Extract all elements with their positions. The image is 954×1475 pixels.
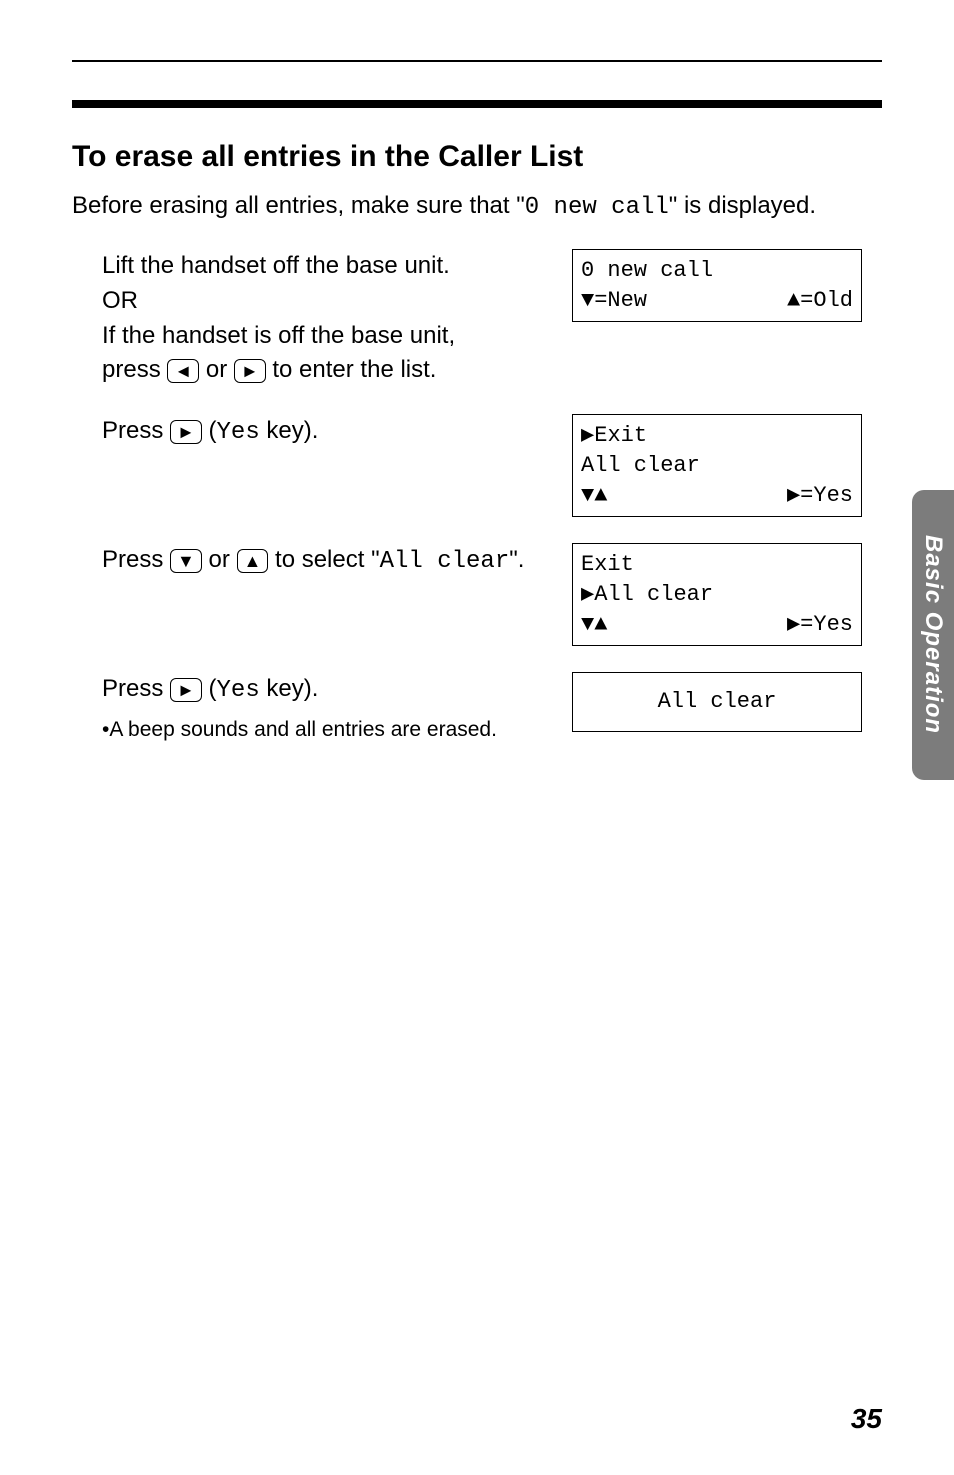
right-key-icon: ►	[234, 359, 266, 383]
lcd2-right: ▶=Yes	[787, 481, 853, 511]
step-1-line2: OR	[102, 284, 552, 319]
page-number: 35	[851, 1403, 882, 1435]
lcd2-line1: ▶Exit	[581, 421, 853, 451]
lcd1-right: ▲=Old	[787, 286, 853, 316]
step-1-line3: If the handset is off the base unit,	[102, 319, 552, 354]
step-1-line1: Lift the handset off the base unit.	[102, 249, 552, 284]
lcd-4-wrapper: All clear	[572, 672, 862, 732]
lcd-1-wrapper: 0 new call ▼=New ▲=Old	[572, 249, 862, 322]
step-3-code: All clear	[380, 548, 510, 575]
step-4-code: Yes	[217, 677, 260, 704]
lcd4-line1: All clear	[581, 687, 853, 717]
step-1-text: Lift the handset off the base unit. OR I…	[72, 249, 552, 388]
step-2: Press ► (Yes key). ▶Exit All clear ▼▲ ▶=…	[72, 414, 882, 517]
lcd1-line1: 0 new call	[581, 256, 853, 286]
step-2b: (	[202, 417, 217, 444]
lcd1-row2: ▼=New ▲=Old	[581, 286, 853, 316]
intro-paragraph: Before erasing all entries, make sure th…	[72, 192, 882, 221]
lcd2-line2: All clear	[581, 451, 853, 481]
step-2c: key).	[260, 417, 319, 444]
step-1: Lift the handset off the base unit. OR I…	[72, 249, 882, 388]
side-tab: Basic Operation	[912, 490, 954, 780]
section-heading: To erase all entries in the Caller List	[72, 140, 882, 174]
step-2-code: Yes	[217, 419, 260, 446]
side-tab-label: Basic Operation	[919, 535, 947, 734]
intro-suffix: " is displayed.	[669, 192, 816, 219]
up-key-icon: ▲	[237, 549, 269, 573]
lcd3-left: ▼▲	[581, 610, 607, 640]
step-4: Press ► (Yes key). •A beep sounds and al…	[72, 672, 882, 745]
lcd2-row3: ▼▲ ▶=Yes	[581, 481, 853, 511]
step-4c: key).	[260, 675, 319, 702]
step-3a: Press	[102, 546, 170, 573]
intro-prefix: Before erasing all entries, make sure th…	[72, 192, 525, 219]
step-4a: Press	[102, 675, 170, 702]
lcd-3-wrapper: Exit ▶All clear ▼▲ ▶=Yes	[572, 543, 862, 646]
step-3: Press ▼ or ▲ to select "All clear". Exit…	[72, 543, 882, 646]
step-3b: or	[202, 546, 237, 573]
step-4-text: Press ► (Yes key). •A beep sounds and al…	[72, 672, 552, 745]
step-1-line4b: or	[199, 356, 234, 383]
step-1-line4a: press	[102, 356, 167, 383]
lcd-display-3: Exit ▶All clear ▼▲ ▶=Yes	[572, 543, 862, 646]
step-1-line4c: to enter the list.	[266, 356, 437, 383]
intro-code: 0 new call	[525, 194, 669, 221]
step-2-text: Press ► (Yes key).	[72, 414, 552, 451]
lcd-display-2: ▶Exit All clear ▼▲ ▶=Yes	[572, 414, 862, 517]
lcd3-line2: ▶All clear	[581, 580, 853, 610]
right-key-icon-2: ►	[170, 420, 202, 444]
down-key-icon: ▼	[170, 549, 202, 573]
lcd3-line1: Exit	[581, 550, 853, 580]
step-3-text: Press ▼ or ▲ to select "All clear".	[72, 543, 552, 580]
step-2a: Press	[102, 417, 170, 444]
left-key-icon: ◄	[167, 359, 199, 383]
lcd2-left: ▼▲	[581, 481, 607, 511]
step-4b: (	[202, 675, 217, 702]
lcd-display-4: All clear	[572, 672, 862, 732]
step-4-main: Press ► (Yes key).	[102, 672, 552, 709]
step-3c: to select "	[268, 546, 379, 573]
rule-thin	[72, 60, 882, 62]
lcd-2-wrapper: ▶Exit All clear ▼▲ ▶=Yes	[572, 414, 862, 517]
content-area: To erase all entries in the Caller List …	[72, 140, 882, 772]
lcd-display-1: 0 new call ▼=New ▲=Old	[572, 249, 862, 322]
lcd3-row3: ▼▲ ▶=Yes	[581, 610, 853, 640]
lcd1-left: ▼=New	[581, 286, 647, 316]
right-key-icon-3: ►	[170, 678, 202, 702]
step-1-line4: press ◄ or ► to enter the list.	[102, 353, 552, 388]
step-4-bullet: •A beep sounds and all entries are erase…	[102, 715, 552, 745]
rule-thick	[72, 100, 882, 108]
lcd3-right: ▶=Yes	[787, 610, 853, 640]
step-3d: ".	[509, 546, 524, 573]
